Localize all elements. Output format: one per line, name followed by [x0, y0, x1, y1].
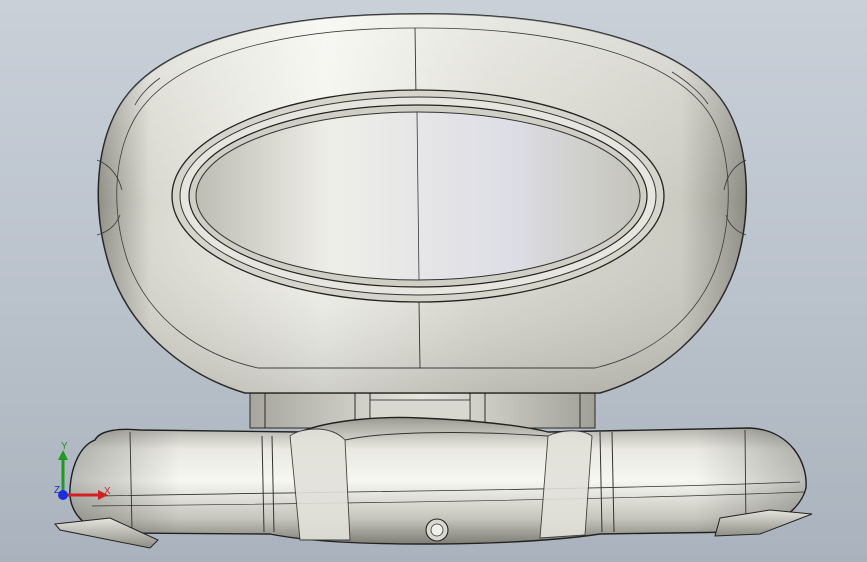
graphics-viewport[interactable]: Y X Z	[0, 0, 867, 562]
x-axis-label: X	[104, 486, 111, 497]
z-axis-label: Z	[54, 485, 61, 496]
y-axis-label: Y	[61, 441, 68, 452]
3d-model-render[interactable]	[0, 0, 867, 562]
oval-inset-panel	[171, 89, 665, 303]
base-bar	[69, 416, 807, 545]
coordinate-triad: Y X Z	[50, 440, 120, 510]
